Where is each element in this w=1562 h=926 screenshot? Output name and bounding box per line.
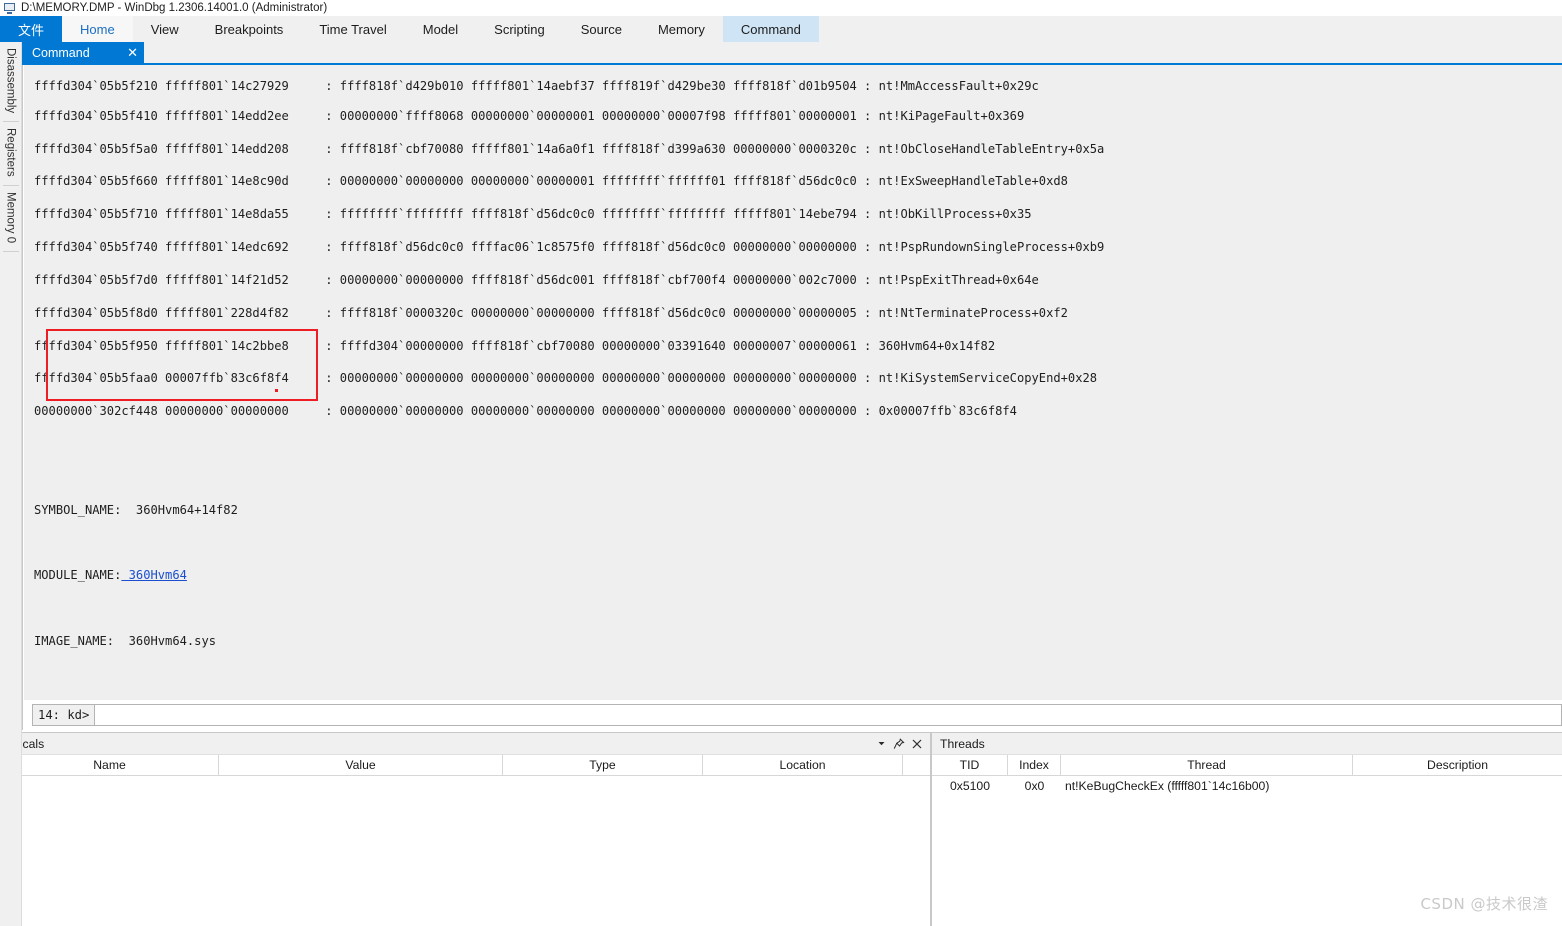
windbg-icon	[4, 2, 16, 14]
ribbon-tab-home[interactable]: Home	[62, 16, 133, 42]
stack-line: ffffd304`05b5f410 fffff801`14edd2ee : 00…	[34, 108, 1025, 123]
module-name-link[interactable]: 360Hvm64	[121, 568, 187, 582]
field-image-name: IMAGE_NAME: 360Hvm64.sys	[34, 633, 1562, 649]
column-header-type[interactable]: Type	[503, 755, 703, 775]
ribbon-tab-view[interactable]: View	[133, 16, 197, 42]
locals-rows[interactable]	[1, 776, 930, 926]
chevron-down-icon[interactable]	[872, 735, 890, 752]
ribbon-tab-breakpoints[interactable]: Breakpoints	[197, 16, 302, 42]
column-header-name[interactable]: Name	[1, 755, 219, 775]
ribbon-tab-file[interactable]: 文件	[0, 16, 63, 42]
field-key: MODULE_NAME:	[34, 568, 122, 583]
locals-column-headers: Name Value Type Location	[1, 755, 930, 776]
ribbon-tab-time-travel[interactable]: Time Travel	[301, 16, 404, 42]
command-window: ffffd304`05b5f210 fffff801`14c27929 : ff…	[22, 65, 1562, 730]
command-input[interactable]	[94, 704, 1562, 726]
locals-panel: Locals Name Value Type Location	[0, 732, 931, 926]
column-header-thread[interactable]: Thread	[1061, 755, 1353, 775]
cell-index: 0x0	[1024, 778, 1045, 793]
output-line-clipped: ffffd304`05b5f210 fffff801`14c27929 : ff…	[34, 79, 1039, 92]
prompt-label: 14: kd>	[32, 704, 95, 726]
stack-line: ffffd304`05b5f740 fffff801`14edc692 : ff…	[34, 240, 1105, 255]
stack-line: ffffd304`05b5faa0 00007ffb`83c6f8f4 : 00…	[34, 371, 1098, 386]
left-dock-strip: Disassembly Registers Memory 0	[0, 42, 22, 926]
table-row[interactable]: 0x5100 0x0 nt!KeBugCheckEx (fffff801`14c…	[932, 776, 1562, 795]
sidebar-item-memory0[interactable]: Memory 0	[2, 186, 19, 252]
field-key: SYMBOL_NAME:	[34, 502, 122, 517]
command-output-log[interactable]: ffffd304`05b5f210 fffff801`14c27929 : ff…	[24, 65, 1562, 700]
column-header-tid[interactable]: TID	[932, 755, 1008, 775]
title-bar: D:\MEMORY.DMP - WinDbg 1.2306.14001.0 (A…	[0, 0, 1562, 16]
sidebar-item-registers[interactable]: Registers	[2, 122, 19, 186]
stack-line: ffffd304`05b5f660 fffff801`14e8c90d : 00…	[34, 174, 1068, 189]
field-symbol-name: SYMBOL_NAME: 360Hvm64+14f82	[34, 502, 1562, 518]
column-header-index[interactable]: Index	[1008, 755, 1061, 775]
ribbon-tab-source[interactable]: Source	[563, 16, 640, 42]
ribbon-tab-memory[interactable]: Memory	[640, 16, 723, 42]
ribbon-tab-command[interactable]: Command	[722, 16, 819, 42]
field-module-name: MODULE_NAME: 360Hvm64	[34, 567, 1562, 583]
threads-panel-titlebar: Threads	[932, 733, 1562, 755]
close-icon[interactable]	[908, 735, 926, 752]
ribbon-tab-scripting[interactable]: Scripting	[476, 16, 563, 42]
cell-tid: 0x5100	[950, 778, 990, 793]
stack-line: ffffd304`05b5f950 fffff801`14c2bbe8 : ff…	[34, 338, 996, 353]
ribbon-tab-bar: 文件 Home View Breakpoints Time Travel Mod…	[0, 16, 1562, 43]
stack-line: ffffd304`05b5f5a0 fffff801`14edd208 : ff…	[34, 141, 1105, 156]
field-value: 360Hvm64.sys	[114, 633, 217, 648]
annotation-dot	[275, 389, 278, 392]
threads-rows[interactable]: 0x5100 0x0 nt!KeBugCheckEx (fffff801`14c…	[932, 776, 1562, 926]
document-tab-label: Command	[32, 45, 90, 60]
ribbon-tab-model[interactable]: Model	[405, 16, 476, 42]
column-header-description[interactable]: Description	[1353, 755, 1562, 775]
field-value: 360Hvm64+14f82	[121, 502, 238, 517]
command-prompt-row: 14: kd>	[24, 700, 1562, 730]
stack-line: ffffd304`05b5f710 fffff801`14e8da55 : ff…	[34, 207, 1032, 222]
stack-line: ffffd304`05b5f7d0 fffff801`14f21d52 : 00…	[34, 272, 1039, 287]
document-tab-bar: Command ✕	[22, 42, 1562, 65]
bottom-panel-container: Locals Name Value Type Location Threads …	[0, 732, 1562, 926]
threads-column-headers: TID Index Thread Description	[932, 755, 1562, 776]
window-title: D:\MEMORY.DMP - WinDbg 1.2306.14001.0 (A…	[21, 2, 328, 14]
field-key: IMAGE_NAME:	[34, 633, 115, 648]
stack-line: 00000000`302cf448 00000000`00000000 : 00…	[34, 404, 1017, 419]
threads-panel-title: Threads	[940, 736, 985, 751]
cell-thread: nt!KeBugCheckEx (fffff801`14c16b00)	[1065, 778, 1270, 793]
column-header-value[interactable]: Value	[219, 755, 503, 775]
stack-line: ffffd304`05b5f8d0 fffff801`228d4f82 : ff…	[34, 305, 1068, 320]
close-icon[interactable]: ✕	[127, 46, 138, 59]
column-header-location[interactable]: Location	[703, 755, 903, 775]
sidebar-item-disassembly[interactable]: Disassembly	[2, 42, 19, 123]
document-tab-command[interactable]: Command ✕	[22, 42, 144, 63]
threads-panel: Threads TID Index Thread Description 0x5…	[931, 732, 1562, 926]
column-header-filler	[903, 755, 930, 775]
pin-icon[interactable]	[890, 735, 908, 752]
locals-panel-titlebar: Locals	[1, 733, 930, 755]
